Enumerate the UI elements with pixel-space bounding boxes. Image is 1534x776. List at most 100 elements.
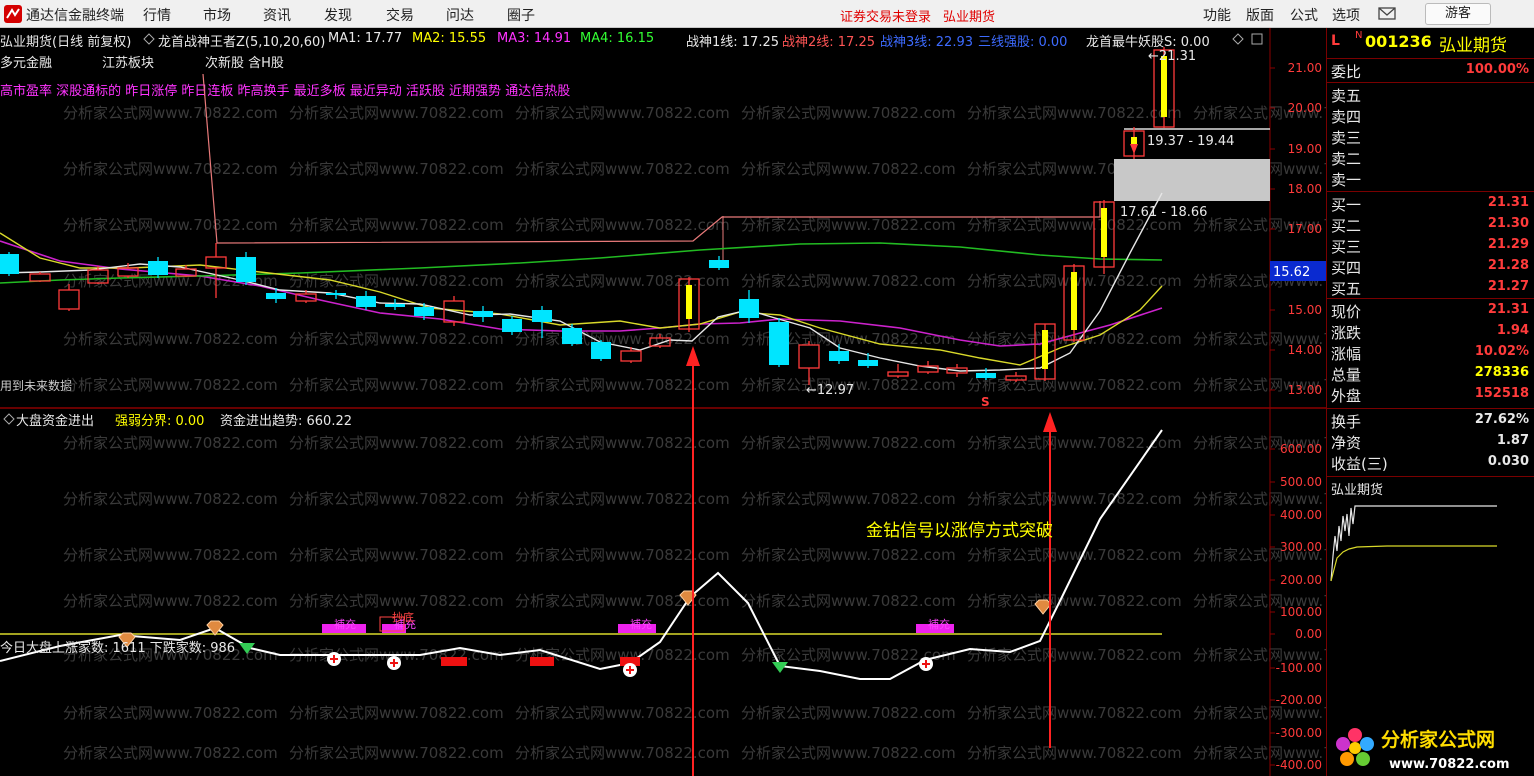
stat2-row-1: 净资 1.87: [1331, 431, 1529, 452]
watermark-text: 分析家公式网www.70822.com: [741, 546, 956, 564]
stat-row-2-value: 10.02%: [1474, 344, 1529, 359]
watermark-text: 分析家公式网www.70822.com: [515, 744, 730, 762]
buy-row-3-label: 买三: [1331, 238, 1362, 256]
buy-row-3: 买三 21.29: [1331, 235, 1529, 256]
app-title: 通达信金融终端: [26, 8, 124, 24]
sell-row-2: 卖二: [1331, 147, 1529, 168]
watermark-text: 分析家公式网www.70822.com: [289, 490, 504, 508]
buy-row-5-value: 21.27: [1487, 279, 1529, 294]
watermark-text: 分析家公式网www.70822.com: [741, 744, 956, 762]
stat-row-0: 现价 21.31: [1331, 300, 1529, 321]
menu-banmian[interactable]: 版面: [1246, 5, 1274, 25]
kline-chart[interactable]: 分析家公式网www.70822.com 分析家公式网www.70822.com 分析…: [0, 28, 1326, 776]
sell-row-3: 卖三: [1331, 126, 1529, 147]
brand-logo: 分析家公式网 www.70822.com: [1336, 728, 1510, 772]
menu-gongneng[interactable]: 功能: [1203, 5, 1231, 25]
watermark-text: 分析家公式网www.70822.com: [515, 160, 730, 178]
stock-name[interactable]: 弘业期货: [1439, 31, 1507, 56]
watermark-text: 分析家公式网www.70822.com: [289, 704, 504, 722]
fund-axis-tick: -400.00: [1276, 758, 1322, 772]
stat-row-1: 涨跌 1.94: [1331, 321, 1529, 342]
menu-gongshi[interactable]: 公式: [1290, 5, 1318, 25]
watermark-text: 分析家公式网www.70822.com: [515, 704, 730, 722]
price-axis-tick: 17.00: [1288, 222, 1322, 236]
fund-axis-tick: 500.00: [1280, 475, 1322, 489]
candle: [473, 306, 493, 322]
menu-quanzi[interactable]: 圈子: [507, 5, 535, 25]
s-signal-mark: S: [981, 395, 990, 409]
watermark-text: 分析家公式网www.70822.com: [967, 646, 1182, 664]
sell-bar: [530, 657, 554, 666]
price-axis-tick: 13.00: [1288, 383, 1322, 397]
candle: [709, 256, 729, 270]
watermark-text: 分析家公式网www.70822.com: [63, 744, 278, 762]
resistance-zone: [1114, 159, 1270, 201]
supplement-label: 補充: [630, 617, 652, 631]
buy-row-1-label: 买一: [1331, 196, 1362, 214]
chart-area[interactable]: 弘业期货(日线 前复权) 龙首战神王者Z(5,10,20,60) MA1: 17…: [0, 28, 1326, 776]
stat-row-0-value: 21.31: [1487, 302, 1529, 317]
sell-row-5: 卖五: [1331, 84, 1529, 105]
price-axis-tick: 21.00: [1288, 61, 1322, 75]
stat2-row-0-label: 换手: [1331, 413, 1362, 431]
fund-axis-tick: 400.00: [1280, 508, 1322, 522]
candle: [591, 340, 611, 361]
intraday-mini-chart[interactable]: [1327, 496, 1534, 656]
watermark-text: 分析家公式网www.70822.com: [515, 434, 730, 452]
watermark-text: 分析家公式网www.70822.com: [967, 704, 1182, 722]
watermark-text: 分析家公式网www.70822.com: [967, 592, 1182, 610]
menu-faxian[interactable]: 发现: [324, 5, 352, 25]
high-price-label: ←21.31: [1148, 49, 1196, 64]
watermark-text: 分析家公式网www.70822.com: [63, 592, 278, 610]
watermark-text: 分析家公式网www.70822.com: [289, 216, 504, 234]
watermark-text: 分析家公式网www.70822.com: [289, 330, 504, 348]
buy-row-3-value: 21.29: [1487, 237, 1529, 252]
supplement-label: 補充: [928, 617, 950, 631]
menu-xuanxiang[interactable]: 选项: [1332, 5, 1360, 25]
menu-hangqing[interactable]: 行情: [143, 5, 171, 25]
sell-row-3-label: 卖三: [1331, 129, 1362, 147]
watermark-text: 分析家公式网www.70822.com: [741, 704, 956, 722]
menu-wenda[interactable]: 问达: [446, 5, 474, 25]
guest-button[interactable]: 游客: [1425, 3, 1491, 25]
stat-row-3-value: 278336: [1474, 365, 1529, 380]
buy-row-1-value: 21.31: [1487, 195, 1529, 210]
weibi-row: 委比 100.00%: [1331, 60, 1529, 81]
stat-row-4-value: 152518: [1474, 386, 1529, 401]
flag-l: L: [1331, 33, 1340, 49]
buy-row-2-label: 买二: [1331, 217, 1362, 235]
sell-row-2-label: 卖二: [1331, 150, 1362, 168]
weibi-label: 委比: [1331, 63, 1362, 81]
up-down-count: 今日大盘上涨家数: 1611 下跌家数: 986: [0, 640, 235, 656]
watermark-text: 分析家公式网www.70822.com: [741, 104, 956, 122]
menu-zixun[interactable]: 资讯: [263, 5, 291, 25]
buy-row-1: 买一 21.31: [1331, 193, 1529, 214]
weibi-value: 100.00%: [1465, 62, 1529, 77]
app-logo-icon: [4, 5, 22, 23]
stat-row-3-label: 总量: [1331, 366, 1362, 384]
menu-jiaoyi[interactable]: 交易: [386, 5, 414, 25]
watermark-text: 分析家公式网www.70822.com: [515, 592, 730, 610]
buy-row-4-value: 21.28: [1487, 258, 1529, 273]
price-axis-tick: 20.00: [1288, 101, 1322, 115]
buy-row-5-label: 买五: [1331, 280, 1362, 298]
sell-bar: [441, 657, 467, 666]
brand-name: 分析家公式网: [1381, 728, 1495, 751]
stat-row-1-label: 涨跌: [1331, 324, 1362, 342]
watermark-text: 分析家公式网www.70822.com: [63, 704, 278, 722]
stat-row-1-value: 1.94: [1496, 323, 1529, 338]
stat2-row-1-value: 1.87: [1496, 433, 1529, 448]
candle: [1123, 127, 1145, 159]
watermark-text: 分析家公式网www.70822.com: [63, 546, 278, 564]
menu-shichang[interactable]: 市场: [203, 5, 231, 25]
watermark-text: 分析家公式网www.70822.com: [515, 104, 730, 122]
menu-bar: 通达信金融终端 行情 市场 资讯 发现 交易 问达 圈子 证券交易未登录 弘业期…: [0, 0, 1534, 28]
watermark-text: 分析家公式网www.70822.com: [1193, 490, 1326, 508]
watermark-text: 分析家公式网www.70822.com: [63, 104, 278, 122]
mail-icon[interactable]: [1378, 6, 1396, 22]
watermark-text: 分析家公式网www.70822.com: [63, 330, 278, 348]
stat-row-3: 总量 278336: [1331, 363, 1529, 384]
login-warning[interactable]: 证券交易未登录: [840, 6, 931, 25]
candle: [0, 252, 19, 276]
stock-code[interactable]: 001236: [1365, 32, 1432, 51]
